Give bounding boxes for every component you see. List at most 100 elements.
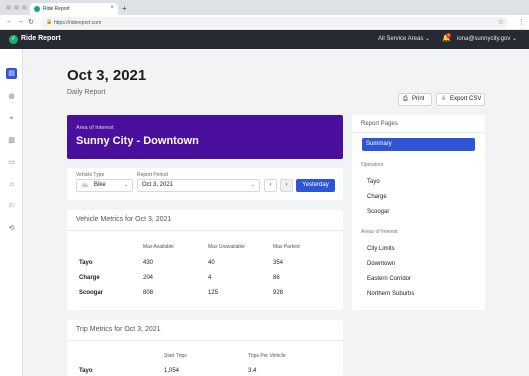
- bookmark-star-icon[interactable]: ☆: [498, 18, 504, 26]
- browser-tab[interactable]: Ride Report ×: [30, 3, 118, 15]
- divider: [352, 132, 485, 133]
- service-areas-label: All Service Areas: [378, 36, 424, 42]
- ride-report-logo-icon: ✓: [9, 35, 18, 44]
- report-period-select[interactable]: Oct 3, 2021 ⌄: [137, 179, 260, 192]
- printer-icon: ⎙: [403, 96, 408, 102]
- table-cell: 3.4: [248, 368, 257, 374]
- column-header: Max Unavailable: [208, 244, 245, 250]
- yesterday-button[interactable]: Yesterday: [296, 179, 335, 192]
- table-row-label: Charge: [79, 275, 100, 281]
- tab-title: Ride Report: [43, 6, 70, 12]
- trip-metrics-title: Trip Metrics for Oct 3, 2021: [76, 326, 161, 333]
- next-day-button[interactable]: ›: [280, 179, 293, 192]
- report-page-operator[interactable]: Scoogar: [367, 209, 389, 215]
- filters-card: Vehicle Type 🚲 Bike ⌄ Report Period Oct …: [67, 168, 343, 200]
- table-cell: 4: [208, 275, 212, 281]
- document-icon[interactable]: ▭: [6, 157, 17, 168]
- area-of-interest-label: Area of Interest: [76, 125, 114, 131]
- service-areas-dropdown[interactable]: All Service Areas ⌄: [378, 35, 430, 42]
- operators-section-label: Operators: [361, 162, 384, 168]
- areas-section-label: Areas of Interest: [361, 229, 398, 235]
- chevron-down-icon: ⌄: [123, 182, 128, 188]
- window-close-dot[interactable]: [6, 5, 11, 10]
- report-period-label: Report Period: [137, 172, 168, 178]
- sidebar: ▤ ◍ ⌖ ▥ ▭ ⌂ ⚐ ⟲: [0, 49, 23, 376]
- export-label: Export CSV: [450, 96, 482, 102]
- print-button[interactable]: ⎙ Print: [398, 93, 432, 106]
- table-cell: 204: [143, 275, 154, 281]
- report-page-area[interactable]: City Limits: [367, 246, 395, 252]
- report-page-operator[interactable]: Charge: [367, 194, 387, 200]
- flag-icon[interactable]: ⚐: [6, 201, 17, 212]
- app-header: ✓ Ride Report All Service Areas ⌄ 🔔 1 io…: [0, 30, 529, 49]
- report-page-area[interactable]: Northern Suburbs: [367, 291, 414, 297]
- print-label: Print: [412, 96, 425, 102]
- chevron-down-icon: ⌄: [250, 182, 255, 188]
- report-period-value: Oct 3, 2021: [142, 182, 174, 188]
- trip-metrics-card: Trip Metrics for Oct 3, 2021 Start Trips…: [67, 320, 343, 376]
- vehicle-type-value: Bike: [94, 182, 106, 188]
- browser-menu-icon[interactable]: ⋮: [518, 18, 525, 26]
- pin-icon[interactable]: ⌖: [6, 113, 17, 124]
- vehicle-metrics-card: Vehicle Metrics for Oct 3, 2021 Max Avai…: [67, 210, 343, 310]
- table-cell: 808: [143, 290, 154, 296]
- table-cell: 40: [208, 260, 215, 266]
- notification-badge: 1: [446, 33, 451, 38]
- table-cell: 928: [273, 290, 284, 296]
- report-page-operator[interactable]: Tayo: [367, 179, 380, 185]
- area-of-interest-value: Sunny City - Downtown: [76, 135, 199, 147]
- vehicle-metrics-title: Vehicle Metrics for Oct 3, 2021: [76, 216, 172, 223]
- route-icon[interactable]: ⟲: [6, 223, 17, 234]
- address-bar-row: ← → ↻ 🔒 https://ridereport.com ☆ ⋮: [0, 15, 529, 30]
- table-row-label: Tayo: [79, 368, 93, 374]
- table-cell: 1,054: [164, 368, 180, 374]
- area-of-interest-banner: Area of Interest Sunny City - Downtown: [67, 115, 343, 159]
- chevron-down-icon: ⌄: [512, 36, 518, 42]
- column-header: Max Parked: [273, 244, 300, 250]
- favicon-icon: [34, 6, 40, 12]
- export-csv-button[interactable]: ⇩ Export CSV: [436, 93, 485, 106]
- export-icon: ⇩: [441, 96, 447, 102]
- url-input[interactable]: 🔒 https://ridereport.com ☆: [40, 17, 508, 28]
- divider: [67, 230, 343, 231]
- vehicle-type-label: Vehicle Type: [76, 172, 105, 178]
- new-tab-button[interactable]: +: [122, 4, 127, 13]
- table-cell: 86: [273, 275, 280, 281]
- url-text: https://ridereport.com: [54, 20, 102, 26]
- table-row-label: Scoogar: [79, 290, 104, 296]
- user-menu[interactable]: iona@sunnycity.gov ⌄: [457, 35, 517, 42]
- table-cell: 430: [143, 260, 154, 266]
- user-email: iona@sunnycity.gov: [457, 36, 511, 42]
- report-pages-title: Report Pages: [361, 121, 398, 127]
- lock-icon: 🔒: [46, 19, 53, 25]
- previous-day-button[interactable]: ‹: [264, 179, 277, 192]
- divider: [67, 340, 343, 341]
- tab-close-icon[interactable]: ×: [110, 5, 114, 11]
- vehicle-type-select[interactable]: 🚲 Bike ⌄: [76, 179, 133, 192]
- building-icon[interactable]: ⌂: [6, 179, 17, 190]
- report-icon[interactable]: ▤: [6, 68, 17, 79]
- report-page-summary[interactable]: Summary: [362, 138, 475, 151]
- browser-tab-bar: Ride Report × +: [0, 0, 529, 15]
- chart-icon[interactable]: ▥: [6, 135, 17, 146]
- report-page-area[interactable]: Downtown: [367, 261, 395, 267]
- bike-icon: 🚲: [81, 182, 89, 188]
- back-icon[interactable]: ←: [6, 18, 13, 25]
- table-cell: 354: [273, 260, 284, 266]
- page-title: Oct 3, 2021: [67, 67, 147, 84]
- table-cell: 125: [208, 290, 219, 296]
- brand-name[interactable]: Ride Report: [21, 35, 61, 42]
- column-header: Max Available: [143, 244, 174, 250]
- window-minimize-dot[interactable]: [14, 5, 19, 10]
- chevron-down-icon: ⌄: [425, 36, 431, 42]
- globe-icon[interactable]: ◍: [6, 91, 17, 102]
- forward-icon[interactable]: →: [17, 18, 24, 25]
- report-page-area[interactable]: Eastern Corridor: [367, 276, 411, 282]
- page-subtitle: Daily Report: [67, 89, 106, 96]
- column-header: Start Trips: [164, 353, 187, 359]
- reload-icon[interactable]: ↻: [28, 18, 34, 26]
- table-row-label: Tayo: [79, 260, 93, 266]
- report-pages-panel: Report Pages Summary Operators Tayo Char…: [352, 115, 485, 310]
- window-maximize-dot[interactable]: [22, 5, 27, 10]
- column-header: Trips Per Vehicle: [248, 353, 286, 359]
